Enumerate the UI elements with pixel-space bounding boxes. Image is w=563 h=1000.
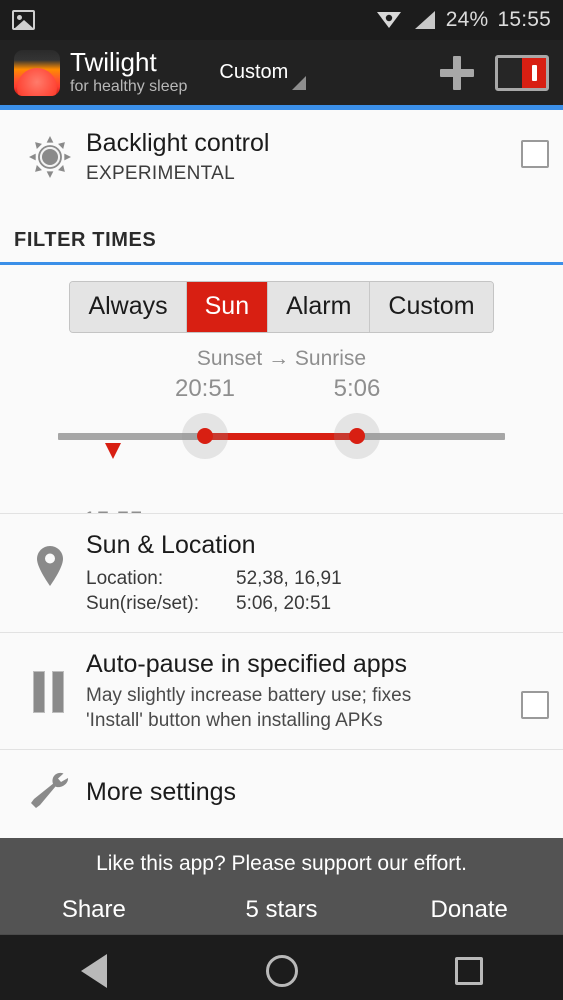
- sun-brightness-icon: [29, 136, 71, 178]
- filter-mode-sun[interactable]: Sun: [186, 281, 269, 332]
- app-root: 24% 15:55 Twilight for healthy sleep Cus…: [0, 0, 563, 1000]
- pause-icon: [33, 670, 67, 713]
- backlight-icon-slot: [14, 128, 86, 178]
- signal-icon: [414, 11, 435, 29]
- app-subtitle: for healthy sleep: [70, 77, 188, 95]
- twilight-app-icon: [14, 49, 60, 96]
- filter-mode-custom[interactable]: Custom: [370, 281, 493, 332]
- backlight-title: Backlight control: [86, 129, 270, 157]
- sun-location-title: Sun & Location: [86, 530, 256, 559]
- more-settings-title: More settings: [86, 778, 237, 807]
- app-bar: Twilight for healthy sleep Custom: [0, 40, 563, 105]
- auto-pause-subtitle: May slightly increase battery use; fixes…: [86, 684, 412, 731]
- status-bar-left: [12, 10, 35, 30]
- sun-location-text-block: Sun & Location Location: 52,38, 16,91 Su…: [86, 530, 549, 616]
- auto-pause-row[interactable]: Auto-pause in specified apps May slightl…: [0, 632, 563, 751]
- sun-location-row[interactable]: Sun & Location Location: 52,38, 16,91 Su…: [0, 512, 563, 633]
- filter-mode-segmented: Always Sun Alarm Custom: [69, 280, 494, 333]
- status-bar-right: 24% 15:55: [376, 8, 551, 32]
- app-title-block: Twilight for healthy sleep: [70, 49, 187, 95]
- slider-now-label-row: 15:55: [0, 459, 563, 534]
- main-content: Backlight control EXPERIMENTAL FILTER TI…: [0, 110, 563, 839]
- slider-value-labels: 20:51 5:06: [0, 375, 563, 407]
- backlight-control-row[interactable]: Backlight control EXPERIMENTAL: [0, 110, 563, 207]
- filter-mode-alarm[interactable]: Alarm: [268, 281, 371, 332]
- sun-location-icon-slot: [14, 530, 86, 588]
- more-settings-icon-slot: [14, 772, 86, 812]
- profile-spinner[interactable]: Custom: [219, 50, 307, 96]
- home-icon: [265, 954, 298, 987]
- filter-time-slider-area: Sunset → Sunrise 20:51 5:06 15:55: [0, 332, 563, 534]
- rate-button[interactable]: 5 stars: [188, 896, 376, 924]
- add-profile-button[interactable]: [437, 53, 477, 93]
- more-settings-row[interactable]: More settings: [0, 750, 563, 839]
- profile-spinner-label: Custom: [219, 61, 289, 83]
- current-time-marker-icon: [105, 442, 121, 459]
- image-icon: [12, 10, 35, 30]
- slider-caption: Sunset → Sunrise: [196, 346, 367, 370]
- donate-button[interactable]: Donate: [375, 896, 563, 924]
- app-title: Twilight: [70, 47, 157, 78]
- status-clock: 15:55: [497, 8, 551, 31]
- nav-recents-button[interactable]: [375, 956, 563, 985]
- backlight-text-block: Backlight control EXPERIMENTAL: [86, 128, 521, 187]
- filter-times-header-label: FILTER TIMES: [14, 228, 157, 251]
- location-value: 52,38, 16,91: [236, 567, 342, 589]
- nav-back-button[interactable]: [0, 953, 188, 988]
- location-row: Location: 52,38, 16,91: [86, 566, 539, 591]
- support-actions: Share 5 stars Donate: [0, 896, 563, 924]
- toggle-on-half: [522, 57, 546, 88]
- backlight-subtitle: EXPERIMENTAL: [86, 163, 235, 184]
- slider-track-wrap[interactable]: [0, 412, 563, 459]
- back-icon: [80, 953, 107, 988]
- wifi-icon: [376, 12, 401, 28]
- sunriseset-value: 5:06, 20:51: [236, 592, 332, 614]
- recents-icon: [455, 956, 484, 985]
- status-bar: 24% 15:55: [0, 0, 563, 40]
- support-message: Like this app? Please support our effort…: [96, 852, 467, 876]
- location-key: Location:: [86, 567, 164, 589]
- slider-start-thumb[interactable]: [197, 427, 213, 444]
- sunriseset-key: Sun(rise/set):: [86, 592, 199, 614]
- filter-times-header: FILTER TIMES: [0, 206, 563, 262]
- share-button[interactable]: Share: [0, 896, 188, 924]
- wrench-icon: [31, 773, 69, 809]
- map-pin-icon: [37, 545, 63, 586]
- slider-start-label: 20:51: [174, 374, 236, 402]
- toggle-off-half: [498, 57, 522, 88]
- filter-mode-segmented-wrap: Always Sun Alarm Custom: [0, 264, 563, 333]
- slider-end-thumb[interactable]: [349, 427, 365, 444]
- backlight-checkbox[interactable]: [521, 140, 549, 168]
- app-bar-actions: [437, 53, 549, 93]
- auto-pause-text-block: Auto-pause in specified apps May slightl…: [86, 649, 521, 733]
- battery-percent: 24%: [445, 8, 489, 31]
- filter-mode-always[interactable]: Always: [70, 281, 187, 332]
- chevron-down-icon: [292, 75, 307, 90]
- auto-pause-icon-slot: [14, 649, 86, 713]
- more-settings-text-block: More settings: [86, 777, 549, 807]
- sunriseset-row: Sun(rise/set): 5:06, 20:51: [86, 591, 539, 616]
- slider-end-label: 5:06: [333, 374, 381, 402]
- android-nav-bar: [0, 934, 563, 1000]
- auto-pause-title: Auto-pause in specified apps: [86, 649, 408, 678]
- nav-home-button[interactable]: [188, 954, 376, 987]
- support-bar: Like this app? Please support our effort…: [0, 838, 563, 935]
- auto-pause-checkbox[interactable]: [521, 690, 549, 719]
- power-toggle[interactable]: [495, 54, 549, 91]
